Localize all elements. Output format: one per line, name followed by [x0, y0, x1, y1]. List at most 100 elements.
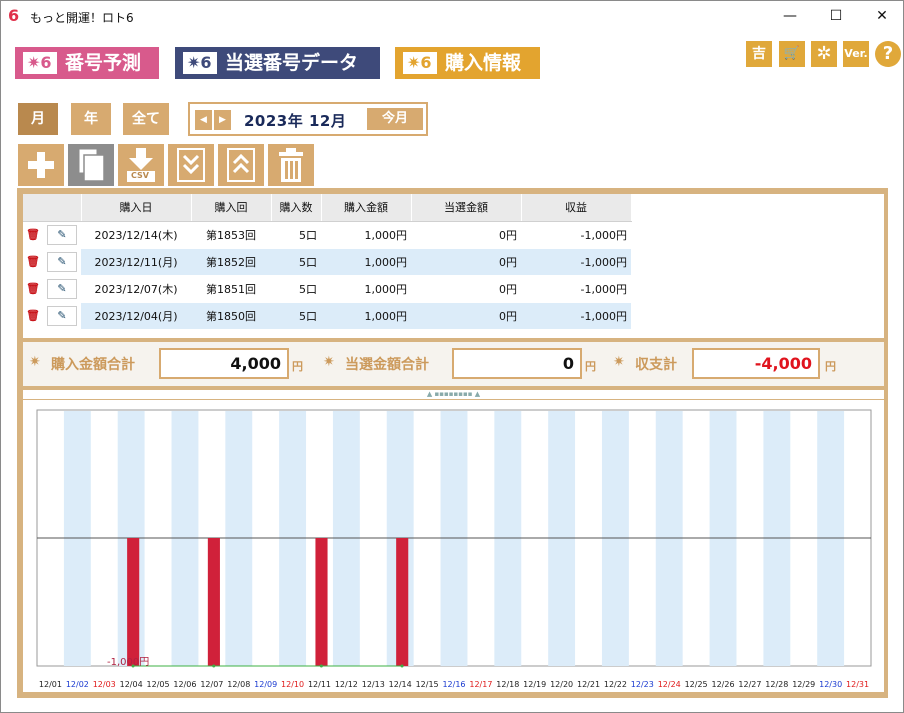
app-window: 6 もっと開運！ロト6 — ☐ ✕ ✷6 番号予測 ✷6 当選番号データ ✷6 購入情…	[0, 0, 904, 713]
minimize-button[interactable]: —	[767, 1, 813, 31]
double-chevron-up-icon	[227, 148, 255, 182]
x-tick-label: 12/05	[147, 680, 170, 689]
chart-bar	[207, 538, 220, 666]
window-title: もっと開運！ロト6	[30, 11, 134, 25]
cell-winnings: 0円	[411, 302, 521, 330]
column-header-winnings[interactable]: 当選金額	[411, 194, 522, 222]
gear-icon[interactable]: ✲	[811, 41, 837, 67]
tab-winning-data[interactable]: ✷6 当選番号データ	[175, 47, 380, 79]
period-year-button[interactable]: 年	[71, 103, 111, 135]
chart-bar	[127, 538, 140, 666]
x-tick-label: 12/23	[631, 680, 654, 689]
double-chevron-down-icon	[177, 148, 205, 182]
prev-month-button[interactable]: ◀	[195, 110, 212, 130]
x-tick-label: 12/08	[227, 680, 250, 689]
close-button[interactable]: ✕	[859, 1, 904, 31]
cell-profit: -1,000円	[521, 248, 631, 276]
x-tick-label: 12/03	[93, 680, 116, 689]
edit-pencil-icon[interactable]: ✎	[47, 224, 77, 245]
tab-purchase-info[interactable]: ✷6 購入情報	[395, 47, 540, 79]
row-actions: 🗑 ✎	[23, 248, 81, 276]
row-actions: 🗑 ✎	[23, 302, 81, 330]
x-tick-label: 12/01	[39, 680, 62, 689]
balance-total-value: -4,000	[692, 348, 820, 379]
copy-button[interactable]	[68, 144, 114, 186]
trash-icon[interactable]: 🗑	[23, 255, 43, 268]
chart-bar	[396, 538, 409, 666]
cell-profit: -1,000円	[521, 221, 631, 249]
expand-button[interactable]	[168, 144, 214, 186]
cell-profit: -1,000円	[521, 302, 631, 330]
panel-splitter[interactable]: ▲ ▪▪▪▪▪▪▪▪ ▲	[23, 390, 884, 399]
table-row[interactable]: 🗑 ✎ 2023/12/14(木) 第1853回 5口 1,000円 0円 -1,…	[23, 221, 884, 249]
purchase-total-value: 4,000	[159, 348, 289, 379]
balance-point	[319, 664, 323, 668]
cell-round: 第1851回	[191, 275, 271, 303]
tab-label: 当選番号データ	[225, 52, 359, 74]
trash-icon[interactable]: 🗑	[23, 228, 43, 241]
column-header-round[interactable]: 購入回	[191, 194, 272, 222]
loto6-badge-icon: ✷6	[183, 52, 217, 74]
help-icon[interactable]: ?	[875, 41, 901, 67]
cell-count: 5口	[271, 248, 321, 276]
loto6-badge-icon: ✷6	[23, 52, 57, 74]
edit-pencil-icon[interactable]: ✎	[47, 251, 77, 272]
table-header-row: 購入日 購入回 購入数 購入金額 当選金額 収益	[23, 194, 884, 222]
cart-icon[interactable]: 🛒	[779, 41, 805, 67]
table-row[interactable]: 🗑 ✎ 2023/12/07(木) 第1851回 5口 1,000円 0円 -1,…	[23, 275, 884, 303]
edit-pencil-icon[interactable]: ✎	[47, 278, 77, 299]
add-button[interactable]	[18, 144, 64, 186]
cell-winnings: 0円	[411, 221, 521, 249]
cell-spacer	[631, 221, 884, 249]
column-header-amount[interactable]: 購入金額	[321, 194, 412, 222]
period-month-button[interactable]: 月	[18, 103, 58, 135]
delete-all-button[interactable]	[268, 144, 314, 186]
table-row[interactable]: 🗑 ✎ 2023/12/04(月) 第1850回 5口 1,000円 0円 -1,…	[23, 302, 884, 330]
cell-amount: 1,000円	[321, 221, 411, 249]
cell-spacer	[631, 275, 884, 303]
table-row[interactable]: 🗑 ✎ 2023/12/11(月) 第1852回 5口 1,000円 0円 -1,…	[23, 248, 884, 276]
column-header-profit[interactable]: 収益	[521, 194, 632, 222]
version-icon[interactable]: Ver.	[843, 41, 869, 67]
trash-icon[interactable]: 🗑	[23, 282, 43, 295]
balance-point	[400, 664, 404, 668]
cell-spacer	[631, 248, 884, 276]
x-tick-label: 12/19	[523, 680, 546, 689]
tab-number-prediction[interactable]: ✷6 番号予測	[15, 47, 159, 79]
burst-icon: ✷	[613, 354, 625, 370]
edit-pencil-icon[interactable]: ✎	[47, 305, 77, 326]
cell-date: 2023/12/07(木)	[81, 275, 191, 303]
cell-count: 5口	[271, 221, 321, 249]
x-tick-label: 12/28	[765, 680, 788, 689]
fortune-icon[interactable]: 吉	[746, 41, 772, 67]
x-tick-label: 12/22	[604, 680, 627, 689]
x-tick-label: 12/31	[846, 680, 869, 689]
cell-count: 5口	[271, 275, 321, 303]
tab-label: 購入情報	[445, 52, 522, 74]
burst-icon: ✷	[29, 354, 41, 370]
x-tick-label: 12/13	[362, 680, 385, 689]
current-period: 2023年 12月	[244, 112, 347, 130]
maximize-button[interactable]: ☐	[813, 1, 859, 31]
csv-label: CSV	[131, 171, 149, 180]
x-tick-label: 12/02	[66, 680, 89, 689]
next-month-button[interactable]: ▶	[214, 110, 231, 130]
winnings-total-label: 当選金額合計	[345, 357, 429, 373]
x-tick-label: 12/07	[200, 680, 223, 689]
csv-export-button[interactable]: CSV	[118, 144, 164, 186]
period-all-button[interactable]: 全て	[123, 103, 169, 135]
cell-date: 2023/12/14(木)	[81, 221, 191, 249]
column-header-count[interactable]: 購入数	[271, 194, 322, 222]
copy-icon	[78, 148, 105, 182]
column-header-spacer	[631, 194, 884, 221]
burst-icon: ✷	[323, 354, 335, 370]
trash-icon[interactable]: 🗑	[23, 309, 43, 322]
purchase-total-label: 購入金額合計	[51, 357, 135, 373]
collapse-button[interactable]	[218, 144, 264, 186]
x-tick-label: 12/14	[389, 680, 412, 689]
yen-unit: 円	[292, 360, 303, 373]
this-month-button[interactable]: 今月	[367, 108, 423, 130]
x-tick-label: 12/15	[416, 680, 439, 689]
cell-amount: 1,000円	[321, 275, 411, 303]
column-header-date[interactable]: 購入日	[81, 194, 192, 222]
